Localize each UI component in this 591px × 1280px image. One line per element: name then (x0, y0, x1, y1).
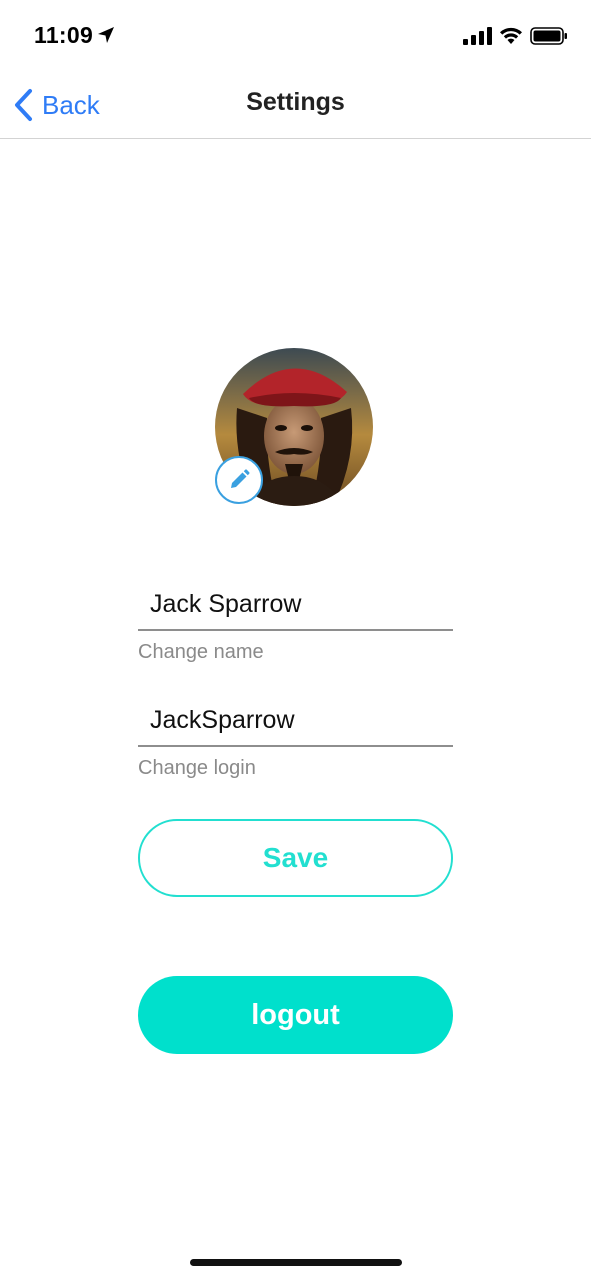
status-time: 11:09 (34, 22, 94, 48)
login-input[interactable] (138, 699, 453, 747)
name-input[interactable] (138, 583, 453, 631)
page-title: Settings (246, 88, 345, 116)
pencil-icon (231, 469, 250, 488)
location-arrow-icon (98, 27, 114, 43)
cellular-signal-icon (463, 27, 492, 45)
name-caption: Change name (138, 641, 264, 663)
save-button[interactable]: Save (138, 819, 453, 897)
login-field-group: Change login (138, 699, 453, 780)
wifi-icon (500, 27, 522, 44)
status-bar: 11:09 (0, 0, 591, 72)
name-field-group: Change name (138, 583, 453, 664)
edit-avatar-button[interactable] (215, 456, 263, 504)
logout-button[interactable]: logout (138, 976, 453, 1054)
login-caption: Change login (138, 757, 256, 779)
home-indicator (190, 1259, 402, 1266)
navigation-bar: Back Settings (0, 72, 591, 139)
battery-icon (530, 27, 567, 45)
